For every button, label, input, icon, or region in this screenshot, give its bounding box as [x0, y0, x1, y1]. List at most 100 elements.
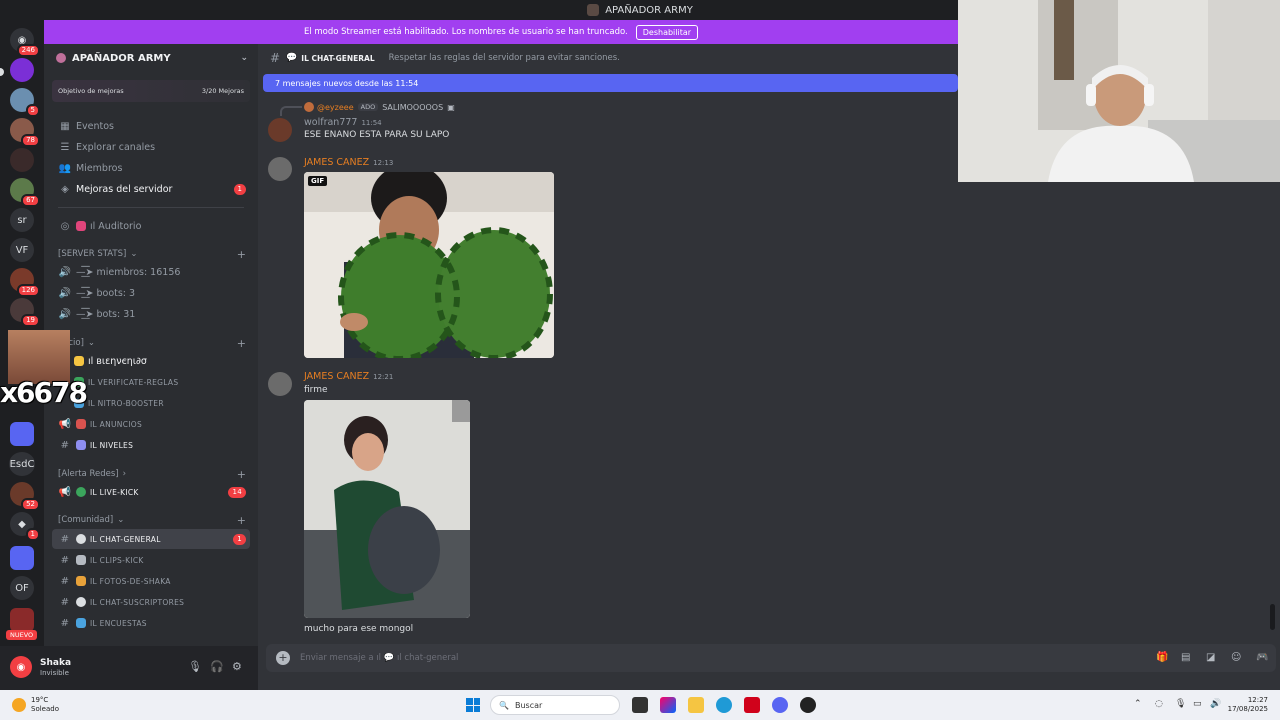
channel-auditorio[interactable]: ◎ ıl Auditorio	[52, 216, 250, 236]
add-attachment-icon[interactable]: +	[276, 651, 290, 665]
message-author[interactable]: JAMES CANEZ 12:21	[304, 371, 393, 382]
avatar[interactable]	[268, 118, 292, 142]
mention-badge: 5	[25, 104, 40, 117]
server-icon[interactable]: 19	[10, 298, 40, 327]
folder-icon[interactable]	[10, 422, 34, 446]
reply-preview[interactable]: @eyzeee ADO SALIMOOOOOS ▣	[304, 102, 455, 112]
hashtag-icon: #	[60, 617, 70, 629]
nav-members[interactable]: 👥 Miembros	[52, 158, 250, 178]
taskbar-search[interactable]: 🔍 Buscar	[490, 695, 620, 715]
voice-channel-members[interactable]: 🔊 —͟͞͞➤ miembros: 16156	[52, 262, 250, 282]
server-icon[interactable]: 67	[10, 178, 40, 207]
message-input[interactable]	[300, 650, 1060, 666]
channel-fotos-de-shaka[interactable]: # ıl fotos-de-shaka	[52, 571, 250, 591]
nav-events[interactable]: ▦ Eventos	[52, 116, 250, 136]
server-icon[interactable]: 126	[10, 268, 40, 297]
channel-bienvenido[interactable]: ıl вιεηνєηι∂σ	[68, 351, 250, 371]
channel-topic[interactable]: Respetar las reglas del servidor para ev…	[389, 53, 620, 63]
new-messages-bar[interactable]: 7 mensajes nuevos desde las 11:54	[263, 74, 958, 92]
category-label: [Comunidad]	[58, 515, 114, 525]
gift-icon[interactable]: 🎁	[1156, 652, 1168, 663]
stream-overlay-text: x6678	[0, 376, 88, 409]
folder-icon[interactable]	[10, 546, 34, 570]
volume-icon[interactable]: 🔊	[1210, 699, 1221, 709]
discord-icon[interactable]	[772, 697, 788, 713]
server-icon[interactable]: OF	[10, 576, 34, 600]
tray-app-icon[interactable]: ◌	[1155, 699, 1163, 709]
chevron-up-icon[interactable]: ⌃	[1134, 699, 1142, 709]
channel-clips-kick[interactable]: # ıl clips-kick	[52, 550, 250, 570]
nav-server-boosts[interactable]: ◈ Mejoras del servidor 1	[52, 179, 250, 199]
message-author[interactable]: JAMES CANEZ 12:13	[304, 157, 393, 168]
voice-channel-bots[interactable]: 🔊 —͟͞͞➤ bots: 31	[52, 304, 250, 324]
category-alerta-redes[interactable]: [Alerta Redes] › +	[58, 467, 250, 481]
windows-start-icon[interactable]	[466, 698, 480, 712]
copilot-icon[interactable]	[660, 697, 676, 713]
apps-icon[interactable]: 🎮	[1256, 652, 1268, 663]
dm-home-icon[interactable]: ◉ 246	[10, 28, 40, 57]
author-name: wolfran777	[304, 117, 358, 128]
system-clock[interactable]: 12:27 17/08/2025	[1228, 696, 1268, 714]
microphone-icon[interactable]: 🎙	[188, 660, 202, 673]
chevron-down-icon[interactable]: ⌄	[240, 53, 248, 63]
channel-label: ıl niveles	[90, 440, 134, 450]
channel-chat-suscriptores[interactable]: # ıl chat-suscriptores	[52, 592, 250, 612]
server-icon[interactable]: 5	[10, 88, 40, 117]
speaker-icon: 🔊	[58, 266, 72, 278]
channel-chat-general[interactable]: # ıl chat-general 1	[52, 529, 250, 549]
gif-attachment[interactable]: GIF	[304, 172, 554, 358]
disable-streamer-button[interactable]: Deshabilitar	[635, 24, 699, 40]
server-icon[interactable]: sr	[10, 208, 34, 232]
steam-icon[interactable]	[800, 697, 816, 713]
hashtag-icon: #	[270, 51, 281, 65]
scrollbar-thumb[interactable]	[1270, 604, 1275, 630]
nav-browse-channels[interactable]: ☰ Explorar canales	[52, 137, 250, 157]
sticker-icon[interactable]: ◪	[1206, 652, 1215, 663]
server-icon[interactable]: EsdC	[9, 452, 35, 476]
add-channel-icon[interactable]: +	[237, 468, 246, 481]
gif-icon[interactable]: ▤	[1181, 652, 1190, 663]
user-name: Shaka	[40, 658, 72, 668]
category-server-stats[interactable]: [SERVER STATS] ⌄ +	[58, 247, 250, 261]
gear-icon[interactable]: ⚙	[232, 660, 242, 673]
file-explorer-icon[interactable]	[688, 697, 704, 713]
server-icon[interactable]: VF	[10, 238, 34, 262]
microphone-icon[interactable]: 🎙	[1175, 699, 1186, 709]
add-channel-icon[interactable]: +	[237, 514, 246, 527]
boost-goal-bar[interactable]: Objetivo de mejoras 3/20 Mejoras	[52, 80, 250, 102]
avatar[interactable]	[268, 157, 292, 181]
task-view-icon[interactable]	[632, 697, 648, 713]
avatar[interactable]: ◉	[10, 656, 32, 678]
edge-browser-icon[interactable]	[716, 697, 732, 713]
window-title: APAÑADOR ARMY	[605, 4, 693, 16]
weather-widget[interactable]: 19°C Soleado	[12, 696, 59, 714]
add-channel-icon[interactable]: +	[237, 248, 246, 261]
channel-niveles[interactable]: # ıl niveles	[52, 435, 250, 455]
server-header[interactable]: APAÑADOR ARMY ⌄	[44, 44, 258, 72]
network-icon[interactable]: ▭	[1193, 699, 1202, 709]
server-icon[interactable]: ◆ 1	[10, 512, 40, 541]
voice-channel-boosts[interactable]: 🔊 —͟͞͞➤ boots: 3	[52, 283, 250, 303]
channel-nitro-booster[interactable]: ıl nitro-booster	[68, 393, 250, 413]
channel-live-kick[interactable]: 📢 ıl live-kick 14	[52, 482, 250, 502]
server-icon[interactable]: 52	[10, 482, 40, 511]
channel-encuestas[interactable]: # ıl encuestas	[52, 613, 250, 633]
channel-label: ıl chat-general	[90, 534, 161, 544]
category-comunidad[interactable]: [Comunidad] ⌄ +	[58, 513, 250, 527]
server-icon[interactable]	[10, 608, 34, 632]
channel-anuncios[interactable]: 📢 ıl anuncios	[52, 414, 250, 434]
server-icon[interactable]: 78	[10, 118, 40, 147]
category-inicio[interactable]: icio] ⌄ +	[66, 336, 250, 350]
boost-icon: ◈	[61, 183, 69, 195]
server-icon[interactable]	[10, 148, 34, 172]
video-attachment[interactable]	[304, 400, 470, 618]
channel-verificate-reglas[interactable]: ıl verificate-reglas	[68, 372, 250, 392]
image-icon: ▣	[447, 102, 455, 112]
avatar[interactable]	[268, 372, 292, 396]
server-icon[interactable]	[10, 58, 34, 82]
wps-office-icon[interactable]	[744, 697, 760, 713]
message-author[interactable]: wolfran777 11:54	[304, 117, 382, 128]
add-channel-icon[interactable]: +	[237, 337, 246, 350]
headphones-icon[interactable]: 🎧	[210, 660, 224, 673]
emoji-icon[interactable]: ☺	[1231, 652, 1241, 663]
